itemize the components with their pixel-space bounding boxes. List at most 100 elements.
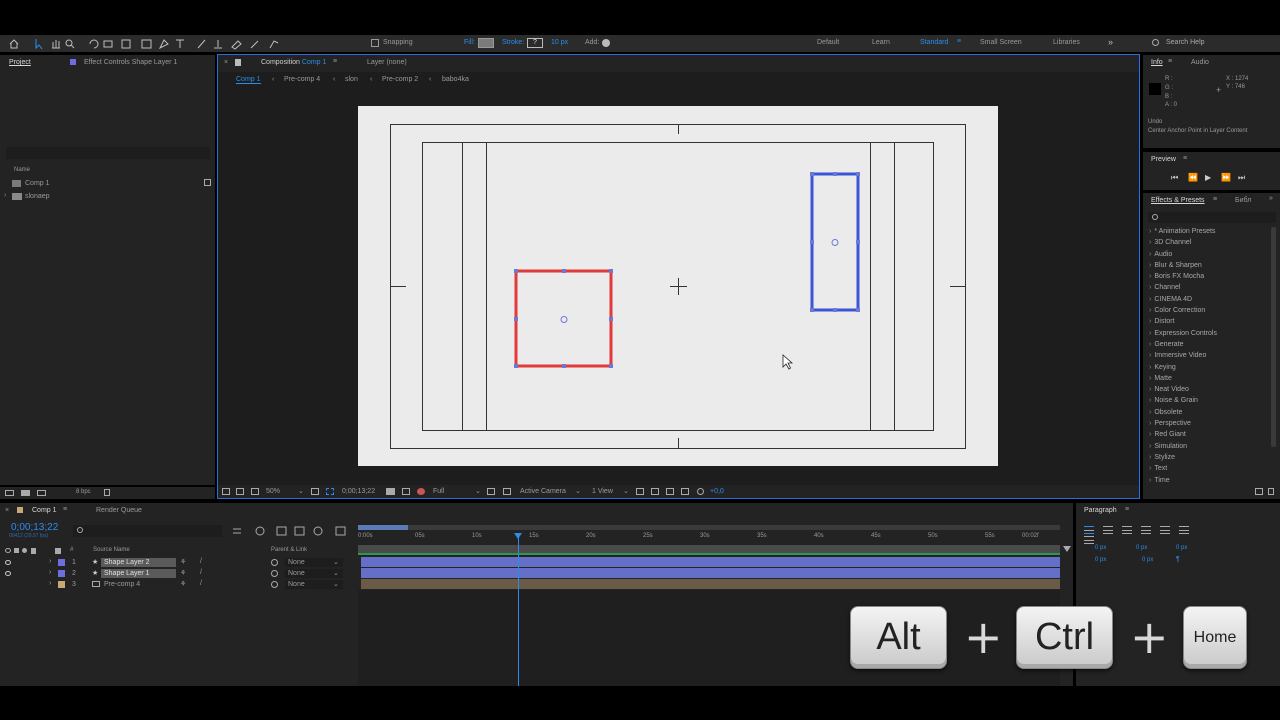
show-snapshot-icon[interactable] xyxy=(402,488,410,495)
quality-switch-icon[interactable]: / xyxy=(200,580,202,587)
align-center-icon[interactable] xyxy=(1102,526,1113,534)
composition-canvas[interactable] xyxy=(358,106,998,466)
chevron-right-icon[interactable]: » xyxy=(1108,37,1113,47)
layer-row[interactable]: › 2 ★ Shape Layer 1 ⚘ / None ⌄ xyxy=(0,568,356,579)
shy-switch-icon[interactable]: ⚘ xyxy=(180,569,186,577)
effects-category[interactable]: Audio xyxy=(1145,249,1267,260)
effects-category[interactable]: Noise & Grain xyxy=(1145,395,1267,406)
layer-bar[interactable] xyxy=(361,579,1060,589)
stroke-swatch[interactable]: ? xyxy=(527,38,543,48)
resolution-select[interactable]: Full xyxy=(433,488,444,495)
tool-icons[interactable] xyxy=(8,38,288,50)
playhead[interactable] xyxy=(518,533,520,686)
flowchart-icon[interactable] xyxy=(204,179,211,186)
workspace-standard[interactable]: Standard xyxy=(920,39,948,46)
effects-category[interactable]: Matte xyxy=(1145,373,1267,384)
tab-info[interactable]: Info xyxy=(1151,59,1163,66)
effects-category[interactable]: Time xyxy=(1145,475,1267,486)
project-search-field[interactable] xyxy=(6,147,210,159)
fast-preview-icon[interactable] xyxy=(651,488,659,495)
tab-library[interactable]: Библ xyxy=(1235,197,1251,204)
lock-icon[interactable] xyxy=(235,59,241,66)
tab-effects-presets[interactable]: Effects & Presets xyxy=(1151,197,1205,204)
monitor-icon[interactable] xyxy=(236,488,244,495)
search-icon[interactable] xyxy=(1152,39,1159,46)
effects-search-field[interactable] xyxy=(1148,212,1276,223)
snapshot-icon[interactable] xyxy=(386,488,395,495)
parent-select[interactable]: None ⌄ xyxy=(285,580,343,589)
effects-category[interactable]: Expression Controls xyxy=(1145,328,1267,339)
snapping-checkbox[interactable] xyxy=(371,39,379,47)
menu-icon[interactable]: ≡ xyxy=(333,58,337,65)
exposure-value[interactable]: +0,0 xyxy=(710,488,724,495)
parent-link-header[interactable]: Parent & Link xyxy=(271,547,307,553)
quality-switch-icon[interactable]: / xyxy=(200,558,202,565)
effects-category[interactable]: Channel xyxy=(1145,282,1267,293)
effects-category[interactable]: Neat Video xyxy=(1145,384,1267,395)
indent-right-value[interactable]: 0 px xyxy=(1136,545,1147,551)
eye-icon[interactable] xyxy=(5,560,11,565)
tab-layer[interactable]: Layer (none) xyxy=(367,59,407,66)
effects-category[interactable]: * Animation Presets xyxy=(1145,226,1267,237)
first-frame-icon[interactable]: ⏮ xyxy=(1171,173,1178,183)
effects-category[interactable]: Perspective xyxy=(1145,418,1267,429)
layer-name[interactable]: Pre-comp 4 xyxy=(104,581,140,588)
workspace-menu-icon[interactable]: ≡ xyxy=(957,38,961,45)
chevron-right-icon[interactable]: › xyxy=(4,192,6,199)
previous-frame-icon[interactable]: ⏪ xyxy=(1188,173,1198,182)
justify-center-icon[interactable] xyxy=(1159,526,1170,534)
search-help-input[interactable]: Search Help xyxy=(1166,39,1205,46)
indent-left-value[interactable]: 0 px xyxy=(1095,545,1106,551)
work-area-strip[interactable] xyxy=(358,545,1060,553)
color-channel-icon[interactable] xyxy=(417,488,425,495)
effects-category[interactable]: Obsolete xyxy=(1145,407,1267,418)
breadcrumb-item[interactable]: babo4ka xyxy=(442,76,469,83)
pick-whip-icon[interactable] xyxy=(271,570,278,577)
add-icon[interactable] xyxy=(602,39,610,47)
chevron-right-icon[interactable]: » xyxy=(1269,195,1273,202)
effects-category[interactable]: Color Correction xyxy=(1145,305,1267,316)
viewer-timecode[interactable]: 0;00;13;22 xyxy=(342,488,375,495)
grid-icon[interactable] xyxy=(311,488,319,495)
zoom-select[interactable]: 50% xyxy=(266,488,280,495)
workspace-learn[interactable]: Learn xyxy=(872,39,890,46)
effects-scrollbar[interactable] xyxy=(1271,227,1276,447)
layer-label-color[interactable] xyxy=(58,559,65,566)
trash-icon[interactable] xyxy=(1268,488,1274,495)
shy-switch-icon[interactable]: ⚘ xyxy=(180,580,186,588)
menu-icon[interactable]: ≡ xyxy=(1183,155,1187,162)
exposure-icon[interactable] xyxy=(697,488,704,495)
tab-project[interactable]: Project xyxy=(9,59,31,66)
effects-category[interactable]: Boris FX Mocha xyxy=(1145,271,1267,282)
effects-category[interactable]: Generate xyxy=(1145,339,1267,350)
justify-left-icon[interactable] xyxy=(1140,526,1151,534)
layer-label-color[interactable] xyxy=(58,581,65,588)
parent-select[interactable]: None ⌄ xyxy=(285,569,343,578)
chevron-right-icon[interactable]: › xyxy=(49,569,51,576)
text-direction-icon[interactable]: ¶ xyxy=(1176,556,1180,563)
timeline-timecode[interactable]: 0;00;13;22 xyxy=(11,522,58,533)
space-before-value[interactable]: 0 px xyxy=(1176,545,1187,551)
timeline-search-field[interactable] xyxy=(73,525,222,537)
tab-timeline-comp[interactable]: Comp 1 xyxy=(32,507,57,514)
last-frame-icon[interactable]: ⏭ xyxy=(1238,173,1245,183)
workspace-default[interactable]: Default xyxy=(817,39,839,46)
justify-all-icon[interactable] xyxy=(1084,536,1094,544)
tab-render-queue[interactable]: Render Queue xyxy=(96,507,142,514)
close-icon[interactable]: × xyxy=(5,507,9,514)
layer-name-field[interactable]: Shape Layer 1 xyxy=(101,569,176,578)
align-left-icon[interactable] xyxy=(1084,526,1094,534)
chevron-right-icon[interactable]: › xyxy=(49,580,51,587)
effects-category[interactable]: Blur & Sharpen xyxy=(1145,260,1267,271)
tab-preview[interactable]: Preview xyxy=(1151,156,1176,163)
justify-right-icon[interactable] xyxy=(1178,526,1189,534)
next-frame-icon[interactable]: ⏩ xyxy=(1221,173,1231,182)
new-composition-icon[interactable] xyxy=(37,490,46,496)
menu-icon[interactable]: ≡ xyxy=(1125,506,1129,513)
effects-category[interactable]: Text xyxy=(1145,463,1267,474)
tab-paragraph[interactable]: Paragraph xyxy=(1084,507,1117,514)
project-item[interactable]: Comp 1 xyxy=(12,179,212,189)
layer-label-color[interactable] xyxy=(58,570,65,577)
breadcrumb-item[interactable]: Pre-comp 2 xyxy=(382,76,418,83)
shy-switch-icon[interactable]: ⚘ xyxy=(180,558,186,566)
